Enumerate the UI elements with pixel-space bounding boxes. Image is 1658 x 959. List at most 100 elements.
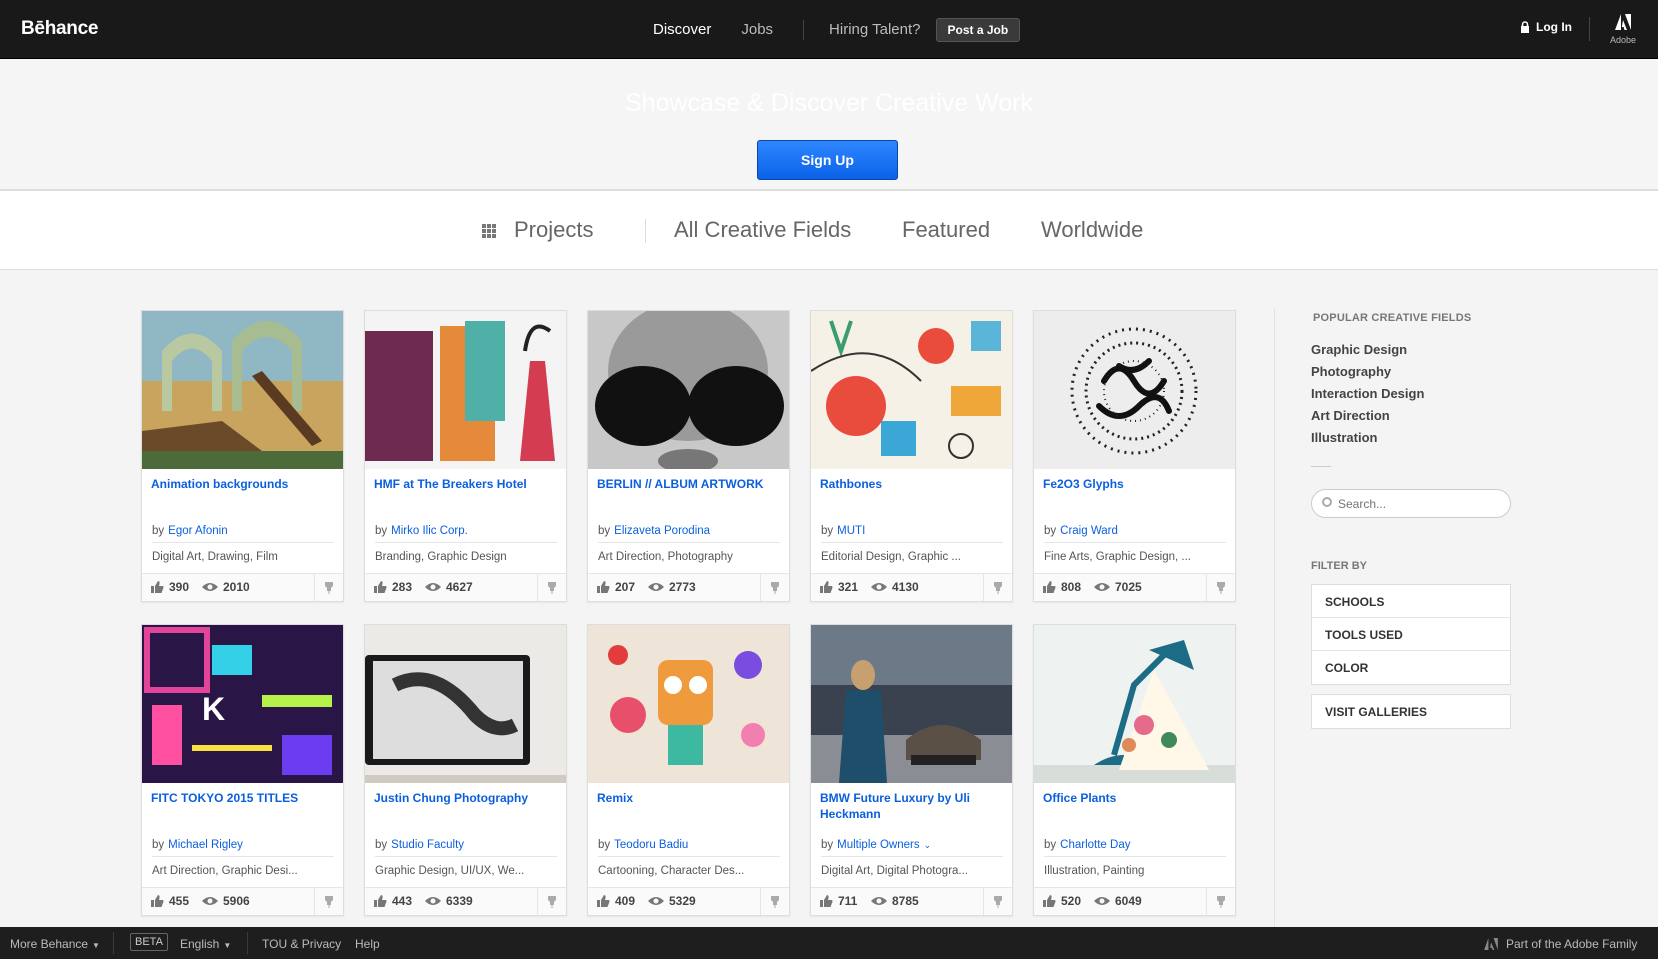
save-icon[interactable] — [1206, 574, 1235, 601]
project-title[interactable]: Justin Chung Photography — [374, 790, 559, 806]
popular-field-item[interactable]: Photography — [1311, 361, 1424, 383]
chevron-down-icon[interactable]: ⌄ — [924, 840, 932, 850]
login-button[interactable]: Log In — [1520, 20, 1572, 34]
project-title[interactable]: Rathbones — [820, 476, 1005, 492]
owner-link[interactable]: Teodoru Badiu — [614, 839, 688, 851]
eye-icon — [425, 897, 441, 905]
adobe-family-link[interactable]: Part of the Adobe Family — [1484, 937, 1637, 951]
visit-galleries-button[interactable]: VISIT GALLERIES — [1312, 695, 1510, 728]
more-behance-menu[interactable]: More Behance ▼ — [10, 937, 100, 951]
project-fields[interactable]: Digital Art, Digital Photogra... — [821, 856, 1003, 877]
project-stats: 520 6049 — [1034, 887, 1235, 915]
owner-link[interactable]: Charlotte Day — [1060, 839, 1130, 851]
project-card[interactable]: BERLIN // ALBUM ARTWORK by Elizaveta Poro… — [587, 310, 790, 602]
popular-field-item[interactable]: Art Direction — [1311, 405, 1424, 427]
save-icon[interactable] — [314, 888, 343, 915]
project-fields[interactable]: Art Direction, Graphic Desi... — [152, 856, 334, 877]
save-icon[interactable] — [983, 574, 1012, 601]
owner-link[interactable]: Egor Afonin — [168, 525, 227, 537]
filter-schools[interactable]: SCHOOLS — [1312, 585, 1510, 618]
popular-field-item[interactable]: Interaction Design — [1311, 383, 1424, 405]
project-title[interactable]: Remix — [597, 790, 782, 806]
adobe-link[interactable]: Adobe — [1608, 14, 1638, 45]
nav-hiring-talent[interactable]: Hiring Talent? — [829, 21, 920, 38]
filter-featured[interactable]: Featured — [902, 217, 990, 243]
project-title[interactable]: Office Plants — [1043, 790, 1228, 806]
nav-jobs[interactable]: Jobs — [741, 21, 773, 38]
project-stats: 283 4627 — [365, 573, 566, 601]
project-fields[interactable]: Branding, Graphic Design — [375, 542, 557, 563]
owner-link[interactable]: Elizaveta Porodina — [614, 525, 710, 537]
language-selector[interactable]: English ▼ — [180, 937, 231, 951]
behance-logo[interactable]: Bēhance — [21, 18, 98, 40]
search-input[interactable] — [1338, 495, 1503, 513]
project-thumbnail[interactable] — [142, 311, 343, 469]
project-fields[interactable]: Illustration, Painting — [1044, 856, 1226, 877]
eye-icon — [202, 897, 218, 905]
project-owner: by Egor Afonin — [152, 525, 228, 537]
owner-link[interactable]: Michael Rigley — [168, 839, 243, 851]
project-card[interactable]: Fe2O3 Glyphs by Craig Ward Fine Arts, Gra… — [1033, 310, 1236, 602]
save-icon[interactable] — [983, 888, 1012, 915]
project-title[interactable]: Animation backgrounds — [151, 476, 336, 492]
project-fields[interactable]: Art Direction, Photography — [598, 542, 780, 563]
project-thumbnail[interactable]: K — [142, 625, 343, 783]
owner-link[interactable]: Multiple Owners — [837, 839, 919, 851]
help-link[interactable]: Help — [355, 937, 380, 951]
project-card[interactable]: Office Plants by Charlotte Day Illustrati… — [1033, 624, 1236, 916]
project-card[interactable]: Remix by Teodoru Badiu Cartooning, Charac… — [587, 624, 790, 916]
post-job-button[interactable]: Post a Job — [935, 17, 1021, 42]
project-thumbnail[interactable] — [1034, 625, 1235, 783]
project-thumbnail[interactable] — [811, 625, 1012, 783]
save-icon[interactable] — [537, 574, 566, 601]
project-card[interactable]: BMW Future Luxury by Uli Heckmann by Mult… — [810, 624, 1013, 916]
project-card[interactable]: K FITC TOKYO 2015 TITLES by Michael Rigle… — [141, 624, 344, 916]
project-card[interactable]: Justin Chung Photography by Studio Facult… — [364, 624, 567, 916]
signup-button[interactable]: Sign Up — [757, 140, 898, 180]
footer: More Behance ▼ BETA English ▼ TOU & Privac… — [0, 927, 1658, 959]
project-title[interactable]: BERLIN // ALBUM ARTWORK — [597, 476, 782, 492]
project-thumbnail[interactable] — [588, 311, 789, 469]
owner-link[interactable]: Studio Faculty — [391, 839, 464, 851]
save-icon[interactable] — [760, 574, 789, 601]
filter-bar: Projects All Creative Fields Featured Wo… — [0, 191, 1658, 270]
filter-creative-fields[interactable]: All Creative Fields — [674, 217, 851, 243]
project-thumbnail[interactable] — [1034, 311, 1235, 469]
save-icon[interactable] — [760, 888, 789, 915]
nav-discover[interactable]: Discover — [653, 21, 711, 38]
filter-projects[interactable]: Projects — [514, 217, 593, 243]
project-card[interactable]: HMF at The Breakers Hotel by Mirko Ilic C… — [364, 310, 567, 602]
filter-worldwide[interactable]: Worldwide — [1041, 217, 1143, 243]
project-thumbnail[interactable] — [811, 311, 1012, 469]
project-fields[interactable]: Digital Art, Drawing, Film — [152, 542, 334, 563]
owner-link[interactable]: Mirko Ilic Corp. — [391, 525, 468, 537]
filter-color[interactable]: COLOR — [1312, 651, 1510, 684]
project-fields[interactable]: Fine Arts, Graphic Design, ... — [1044, 542, 1226, 563]
project-title[interactable]: HMF at The Breakers Hotel — [374, 476, 559, 492]
project-owner: by Charlotte Day — [1044, 839, 1131, 851]
project-thumbnail[interactable] — [588, 625, 789, 783]
save-icon[interactable] — [1206, 888, 1235, 915]
filter-tools-used[interactable]: TOOLS USED — [1312, 618, 1510, 651]
owner-link[interactable]: Craig Ward — [1060, 525, 1118, 537]
popular-field-item[interactable]: Illustration — [1311, 427, 1424, 449]
project-thumbnail[interactable] — [365, 625, 566, 783]
project-thumbnail[interactable] — [365, 311, 566, 469]
save-icon[interactable] — [537, 888, 566, 915]
search-icon — [1322, 497, 1332, 507]
project-card[interactable]: Rathbones by MUTI Editorial Design, Graph… — [810, 310, 1013, 602]
tou-privacy-link[interactable]: TOU & Privacy — [262, 937, 341, 951]
project-fields[interactable]: Graphic Design, UI/UX, We... — [375, 856, 557, 877]
project-title[interactable]: BMW Future Luxury by Uli Heckmann — [820, 790, 1005, 822]
project-card[interactable]: Animation backgrounds by Egor Afonin Digi… — [141, 310, 344, 602]
project-title[interactable]: FITC TOKYO 2015 TITLES — [151, 790, 336, 806]
project-fields[interactable]: Editorial Design, Graphic ... — [821, 542, 1003, 563]
save-icon[interactable] — [314, 574, 343, 601]
project-stats: 808 7025 — [1034, 573, 1235, 601]
popular-field-item[interactable]: Graphic Design — [1311, 339, 1424, 361]
beta-badge: BETA — [130, 933, 168, 951]
appreciation-count: 321 — [838, 580, 859, 594]
project-fields[interactable]: Cartooning, Character Des... — [598, 856, 780, 877]
owner-link[interactable]: MUTI — [837, 525, 865, 537]
project-title[interactable]: Fe2O3 Glyphs — [1043, 476, 1228, 492]
